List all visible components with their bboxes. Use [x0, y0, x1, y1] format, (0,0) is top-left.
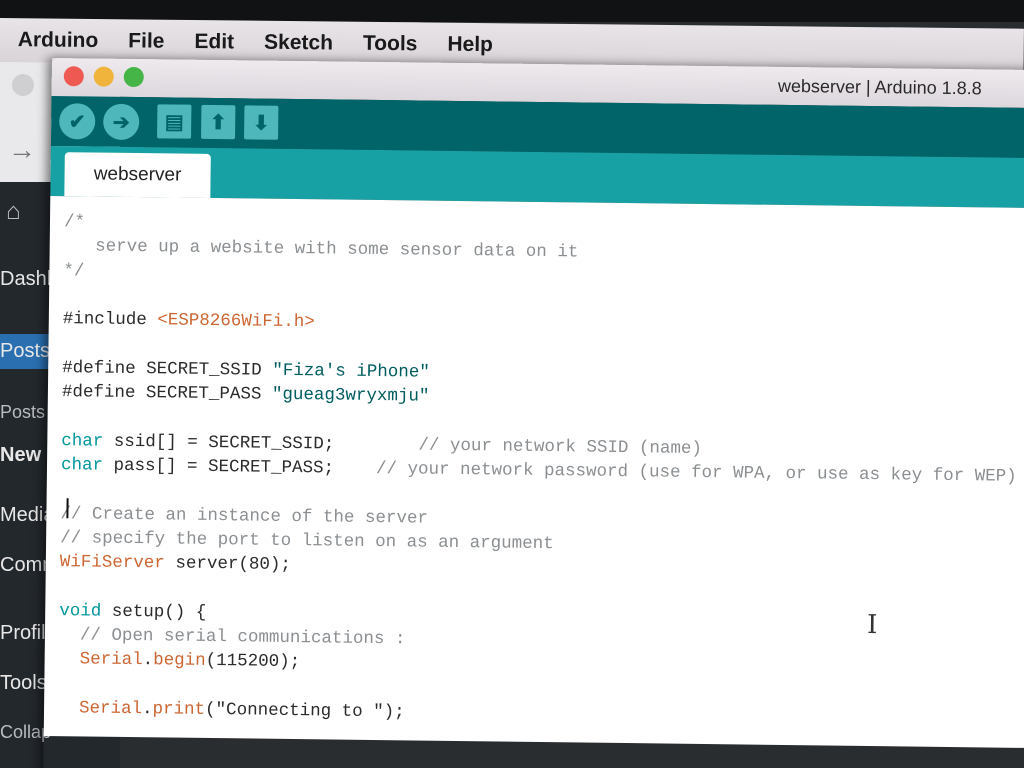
menu-file[interactable]: File [128, 29, 164, 53]
save-sketch-button[interactable]: ⬇ [244, 105, 279, 140]
code-token-text: (115200); [205, 651, 301, 673]
code-token-comment: serve up a website with some sensor data… [63, 236, 579, 263]
code-token-type: void [59, 600, 102, 622]
code-token-keyword: begin [153, 650, 206, 672]
arrow-down-icon: ⬇ [252, 111, 270, 135]
upload-button[interactable]: ➔ [103, 103, 140, 141]
code-token-text: #define SECRET_SSID [62, 357, 273, 381]
new-sketch-button[interactable]: ▤ [157, 104, 192, 139]
code-editor[interactable]: /* serve up a website with some sensor d… [43, 195, 1024, 749]
window-title: webserver | Arduino 1.8.8 [777, 75, 982, 99]
code-lines: /* serve up a website with some sensor d… [44, 210, 1024, 732]
sidebar-item-tools[interactable]: Tools [0, 672, 47, 695]
code-token-keyword: Serial [79, 649, 143, 671]
code-token-comment: // your network SSID (name) [418, 435, 703, 459]
code-token-text: #define SECRET_PASS [61, 382, 273, 405]
code-token-comment: */ [63, 260, 85, 282]
code-token-text: setup() { [101, 601, 207, 623]
background-window-button[interactable] [12, 74, 34, 96]
code-token-text: . [142, 650, 154, 671]
new-file-icon: ▤ [164, 110, 184, 134]
open-sketch-button[interactable]: ⬆ [201, 104, 236, 140]
code-token-keyword: Serial [78, 698, 143, 720]
sidebar-subitem-new[interactable]: New [0, 444, 41, 467]
code-token-keyword: <ESP8266WiFi.h> [157, 310, 315, 333]
arduino-ide-window: webserver | Arduino 1.8.8 ✔ ➔ ▤ ⬆ ⬇ webs… [43, 58, 1024, 768]
code-token-text: pass[] = SECRET_PASS; [102, 455, 377, 479]
code-token-type: char [60, 455, 104, 476]
ibeam-cursor-icon: I [866, 610, 878, 641]
code-token-comment: /* [63, 212, 86, 233]
code-token-text: #include [62, 309, 158, 331]
code-token-text: ssid[] = SECRET_SSID; [103, 431, 419, 456]
menu-tools[interactable]: Tools [363, 32, 418, 57]
tab-webserver[interactable]: webserver [64, 152, 211, 198]
arrow-up-icon: ⬆ [209, 111, 227, 134]
verify-button[interactable]: ✔ [59, 103, 96, 140]
code-token-comment: // Open serial communications : [58, 625, 406, 650]
code-token-text: server(80); [164, 553, 292, 576]
text-caret [66, 498, 69, 519]
menu-arduino[interactable]: Arduino [18, 28, 99, 53]
screen: Arduino File Edit Sketch Tools Help → ⌂ … [0, 0, 1024, 768]
code-token-keyword: print [152, 699, 206, 720]
minimize-window-button[interactable] [93, 66, 114, 87]
sidebar-subitem-posts[interactable]: Posts [0, 402, 45, 423]
menu-edit[interactable]: Edit [194, 30, 234, 54]
zoom-window-button[interactable] [123, 66, 144, 88]
code-token-string: "gueag3wryxmju" [271, 384, 430, 407]
home-icon[interactable]: ⌂ [6, 198, 21, 226]
code-token-text: . [141, 699, 153, 720]
code-token-comment: // specify the port to listen on as an a… [60, 527, 554, 555]
close-window-button[interactable] [63, 66, 84, 87]
menu-help[interactable]: Help [447, 33, 493, 57]
menu-sketch[interactable]: Sketch [264, 31, 333, 56]
code-token-text: ("Connecting to "); [204, 699, 405, 723]
checkmark-icon: ✔ [68, 110, 86, 133]
code-token-string: "Fiza's iPhone" [272, 360, 430, 383]
arrow-right-icon: ➔ [112, 111, 130, 134]
forward-arrow-icon[interactable]: → [8, 134, 36, 166]
code-token-comment: // Create an instance of the server [60, 503, 429, 529]
code-token-type: char [61, 430, 104, 452]
code-token-keyword: WiFiServer [59, 552, 165, 574]
